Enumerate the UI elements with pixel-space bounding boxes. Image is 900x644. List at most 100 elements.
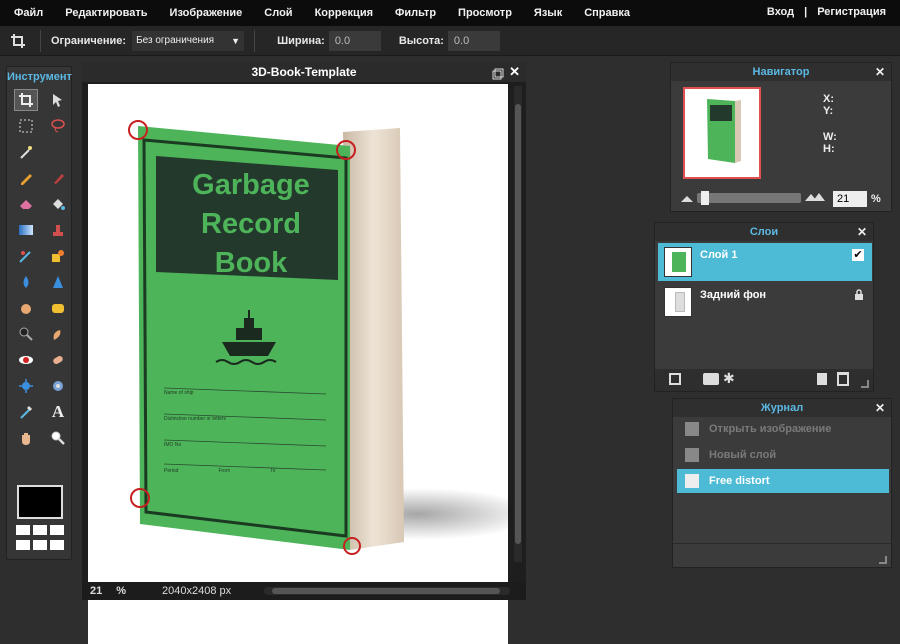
layer-item-layer1[interactable]: Слой 1 ✔ <box>658 243 872 281</box>
trash-icon[interactable] <box>837 372 849 386</box>
eraser-icon[interactable] <box>14 193 38 215</box>
blur-icon[interactable] <box>14 271 38 293</box>
layer-settings-icon[interactable] <box>669 373 681 385</box>
layer-thumbnail <box>664 247 692 277</box>
history-item-active[interactable]: Free distort <box>677 469 889 493</box>
navigator-zoom-slider[interactable] <box>697 191 801 205</box>
history-item[interactable]: Открыть изображение <box>677 417 889 441</box>
color-picker-icon[interactable] <box>14 401 38 423</box>
pencil-icon[interactable] <box>14 167 38 189</box>
constraint-value: Без ограничения <box>136 35 215 46</box>
layer-visibility-checkbox[interactable]: ✔ <box>852 249 864 261</box>
vertical-scroll-thumb[interactable] <box>515 104 521 544</box>
zoom-icon[interactable] <box>46 427 70 449</box>
menu-language[interactable]: Язык <box>534 7 562 19</box>
bloat-icon[interactable] <box>14 375 38 397</box>
history-item[interactable]: Новый слой <box>677 443 889 467</box>
close-icon[interactable]: ✕ <box>857 223 867 241</box>
menu-layer[interactable]: Слой <box>264 7 292 19</box>
resize-grip-icon[interactable] <box>879 556 887 564</box>
register-link[interactable]: Регистрация <box>817 6 886 18</box>
coord-h-label: H: <box>823 143 835 155</box>
layers-panel: Слои ✕ Слой 1 ✔ Задний фон ✱ <box>654 222 874 392</box>
magic-wand-icon[interactable] <box>14 141 38 163</box>
dodge-icon[interactable] <box>14 323 38 345</box>
form-text: Name of ship Distinctive number or lette… <box>164 380 324 484</box>
width-input[interactable]: 0.0 <box>328 30 381 51</box>
type-icon[interactable]: A <box>46 401 70 423</box>
history-footer <box>673 543 891 567</box>
burn-icon[interactable] <box>46 323 70 345</box>
book-pages <box>343 128 404 550</box>
history-item-label: Новый слой <box>709 449 777 461</box>
gradient-icon[interactable] <box>14 219 38 241</box>
clone-stamp-icon[interactable] <box>46 219 70 241</box>
menu-image[interactable]: Изображение <box>170 7 243 19</box>
height-label: Высота: <box>398 34 444 47</box>
navigator-thumbnail[interactable] <box>683 87 761 179</box>
lasso-icon[interactable] <box>46 115 70 137</box>
sponge-icon[interactable] <box>46 297 70 319</box>
new-layer-icon[interactable] <box>817 373 827 385</box>
color-replace-icon[interactable] <box>14 245 38 267</box>
zoom-slider-handle[interactable] <box>701 191 709 205</box>
navigator-zoom-input[interactable]: 21 <box>833 191 867 207</box>
history-item-label: Открыть изображение <box>709 423 832 435</box>
zoom-out-icon[interactable] <box>681 193 693 205</box>
history-step-icon <box>685 422 699 436</box>
marquee-select-icon[interactable] <box>14 115 38 137</box>
layers-title: Слои <box>749 226 779 238</box>
document-canvas[interactable]: Garbage Record Book Name of ship Distinc… <box>88 84 508 644</box>
constraint-select[interactable]: Без ограничения ▼ <box>132 30 245 51</box>
hand-icon[interactable] <box>14 427 38 449</box>
restore-icon[interactable] <box>492 66 504 80</box>
horizontal-scroll-thumb[interactable] <box>272 588 500 594</box>
vertical-scrollbar[interactable] <box>514 86 522 562</box>
login-link[interactable]: Вход <box>767 6 794 18</box>
form-field-ship-name: Name of ship <box>164 390 194 396</box>
close-icon[interactable]: ✕ <box>875 63 885 81</box>
zoom-in-icon[interactable] <box>805 191 825 204</box>
menu-edit[interactable]: Редактировать <box>65 7 147 19</box>
close-icon[interactable]: ✕ <box>875 399 885 417</box>
navigator-title: Навигатор <box>752 66 810 78</box>
drawing-icon[interactable] <box>46 245 70 267</box>
menu-adjustment[interactable]: Коррекция <box>315 7 373 19</box>
book-title: Garbage Record Book <box>168 166 334 283</box>
menu-separator: | <box>804 6 808 18</box>
swap-colors-icon[interactable] <box>16 525 66 551</box>
horizontal-scrollbar[interactable] <box>264 587 510 595</box>
pinch-icon[interactable] <box>46 375 70 397</box>
paint-bucket-icon[interactable] <box>46 193 70 215</box>
navigator-coords: X: Y: W: H: <box>823 93 837 155</box>
spot-heal-icon[interactable] <box>46 349 70 371</box>
menu-help[interactable]: Справка <box>584 7 630 19</box>
layer-mask-icon[interactable] <box>703 373 719 385</box>
red-eye-icon[interactable] <box>14 349 38 371</box>
height-input[interactable]: 0.0 <box>447 30 500 51</box>
layer-name: Задний фон <box>700 289 767 301</box>
brush-icon[interactable] <box>46 167 70 189</box>
close-icon[interactable]: ✕ <box>509 62 520 82</box>
layer-item-background[interactable]: Задний фон <box>658 283 872 321</box>
zoom-value[interactable]: 21 <box>90 585 102 597</box>
image-dimensions: 2040x2408 px <box>162 585 232 597</box>
move-icon[interactable] <box>46 89 70 111</box>
image-window-titlebar: 3D-Book-Template ✕ <box>82 62 526 82</box>
coord-x-label: X: <box>823 93 834 105</box>
layer-style-icon[interactable]: ✱ <box>723 371 735 385</box>
crop-icon[interactable] <box>14 89 38 111</box>
sharpen-icon[interactable] <box>46 271 70 293</box>
menu-file[interactable]: Файл <box>14 7 43 19</box>
zoom-unit: % <box>116 585 127 597</box>
menu-filter[interactable]: Фильтр <box>395 7 436 19</box>
coord-y-label: Y: <box>823 105 834 117</box>
image-window-title: 3D-Book-Template <box>251 65 357 79</box>
resize-grip-icon[interactable] <box>861 380 869 388</box>
color-swatch[interactable] <box>17 485 63 519</box>
menu-view[interactable]: Просмотр <box>458 7 512 19</box>
smudge-icon[interactable] <box>14 297 38 319</box>
menu-bar: Файл Редактировать Изображение Слой Корр… <box>0 0 900 26</box>
coord-w-label: W: <box>823 131 837 143</box>
history-header: Журнал ✕ <box>673 399 891 417</box>
